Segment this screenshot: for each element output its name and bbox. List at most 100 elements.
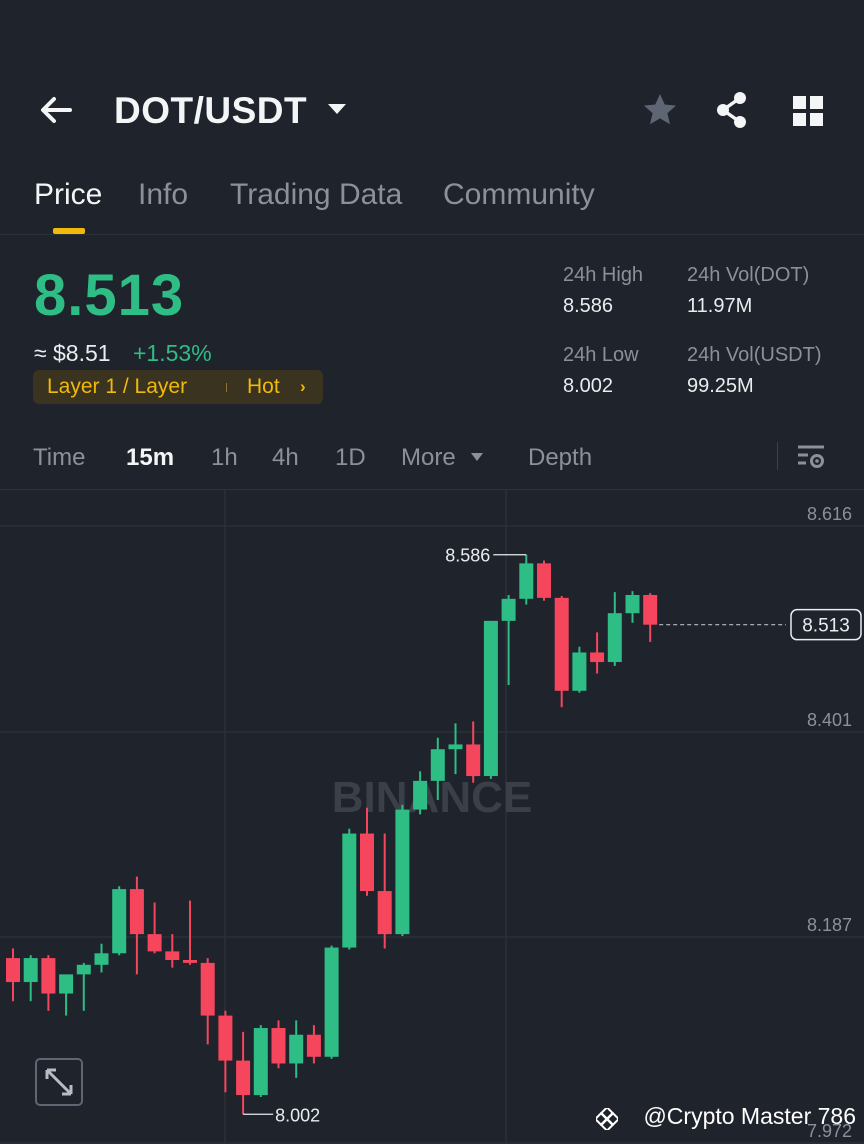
candle-body (643, 594, 658, 625)
candle (483, 620, 498, 779)
candle (76, 962, 91, 1011)
candle (625, 591, 640, 623)
candle (271, 1020, 286, 1069)
caret-down-icon[interactable] (470, 452, 484, 462)
share-icon[interactable] (713, 90, 751, 130)
hot-tag-label[interactable]: Hot (247, 375, 280, 399)
tab-info[interactable]: Info (138, 178, 188, 212)
candles (6, 554, 658, 1115)
candle-body (324, 947, 339, 1057)
back-arrow-icon[interactable] (36, 90, 76, 130)
tf-15m[interactable]: 15m (126, 444, 174, 472)
candle (129, 876, 144, 975)
candle (59, 974, 74, 1016)
candle (165, 934, 180, 968)
candle (607, 592, 622, 666)
candle-body (289, 1034, 304, 1064)
grid-icon[interactable] (792, 95, 824, 127)
vol-dot-value: 11.97M (687, 295, 753, 317)
current-price-label: 8.513 (802, 616, 850, 637)
candle (590, 632, 605, 674)
candle (306, 1025, 321, 1064)
tf-time[interactable]: Time (33, 444, 85, 472)
candle-body (41, 958, 56, 994)
candle (554, 595, 569, 708)
candle (537, 560, 551, 601)
candle (41, 955, 56, 1011)
last-price: 8.513 (34, 263, 185, 328)
candle-body (147, 934, 162, 952)
candle (6, 948, 20, 1002)
candle-body (360, 833, 374, 892)
candle-body (6, 958, 20, 983)
candle (519, 554, 534, 605)
tab-trading-data[interactable]: Trading Data (230, 178, 402, 212)
tf-depth[interactable]: Depth (528, 444, 592, 472)
candle-body (537, 563, 551, 598)
tf-more[interactable]: More (401, 444, 456, 472)
candle-body (271, 1028, 286, 1064)
star-icon[interactable] (641, 91, 679, 129)
chart-settings-icon[interactable] (796, 442, 826, 472)
candle-body (76, 964, 91, 975)
candle (643, 593, 658, 642)
candle (324, 945, 339, 1059)
tf-1d[interactable]: 1D (335, 444, 366, 472)
candle (236, 1031, 251, 1115)
y-tick-label: 8.616 (807, 504, 852, 524)
candle-body (183, 960, 197, 963)
y-tick-label: 8.401 (807, 710, 852, 730)
candle-body (23, 958, 38, 983)
high-label: 24h High (563, 264, 644, 286)
creator-credit: @Crypto Master 786 (643, 1103, 856, 1129)
candle (253, 1025, 268, 1098)
candle (342, 828, 357, 950)
candle-body (395, 809, 410, 935)
high-value: 8.586 (563, 295, 614, 317)
low-label: 24h Low (563, 344, 639, 366)
candle-body (165, 951, 180, 961)
candle (289, 1020, 304, 1078)
tf-1h[interactable]: 1h (211, 444, 238, 472)
candle (466, 721, 481, 783)
pair-title[interactable]: DOT/USDT (114, 90, 307, 132)
usd-price: ≈ $8.51 (34, 340, 111, 366)
toolbar-separator (777, 442, 778, 470)
candle-body (430, 749, 445, 781)
candle-body (519, 563, 534, 599)
candlestick-chart[interactable]: BINANCE 8.6168.4018.1877.972 8.5868.0028… (0, 490, 864, 1144)
candle-body (590, 652, 605, 663)
candle (377, 833, 392, 949)
tf-4h[interactable]: 4h (272, 444, 299, 472)
candle-body (554, 597, 569, 691)
caret-down-icon[interactable] (326, 101, 348, 117)
candle (218, 1010, 233, 1093)
candle-body (607, 613, 622, 663)
candle (200, 958, 215, 1045)
expand-icon[interactable] (35, 1058, 83, 1106)
chevron-right-icon[interactable]: › (300, 377, 306, 397)
candle-body (413, 780, 428, 810)
candle-body (466, 744, 481, 777)
category-tag-label[interactable]: Layer 1 / Layer (47, 375, 187, 399)
candle (112, 886, 127, 956)
candle-body (377, 891, 392, 935)
tab-community[interactable]: Community (443, 178, 595, 212)
candle-body (112, 889, 127, 954)
candle-body (501, 598, 516, 621)
candle-body (236, 1060, 251, 1096)
high-marker-label: 8.586 (445, 546, 490, 566)
vol-usdt-label: 24h Vol(USDT) (687, 344, 822, 366)
candle-body (253, 1028, 268, 1096)
tab-price[interactable]: Price (34, 178, 102, 212)
candle-body (483, 620, 498, 777)
candle-body (59, 974, 74, 994)
price-change: +1.53% (133, 340, 212, 366)
vol-usdt-value: 99.25M (687, 375, 754, 397)
candle (501, 594, 516, 686)
tabs-divider (0, 234, 864, 235)
candle-body (306, 1034, 321, 1057)
candle-body (200, 962, 215, 1016)
vol-dot-label: 24h Vol(DOT) (687, 264, 810, 286)
candle (94, 943, 109, 973)
